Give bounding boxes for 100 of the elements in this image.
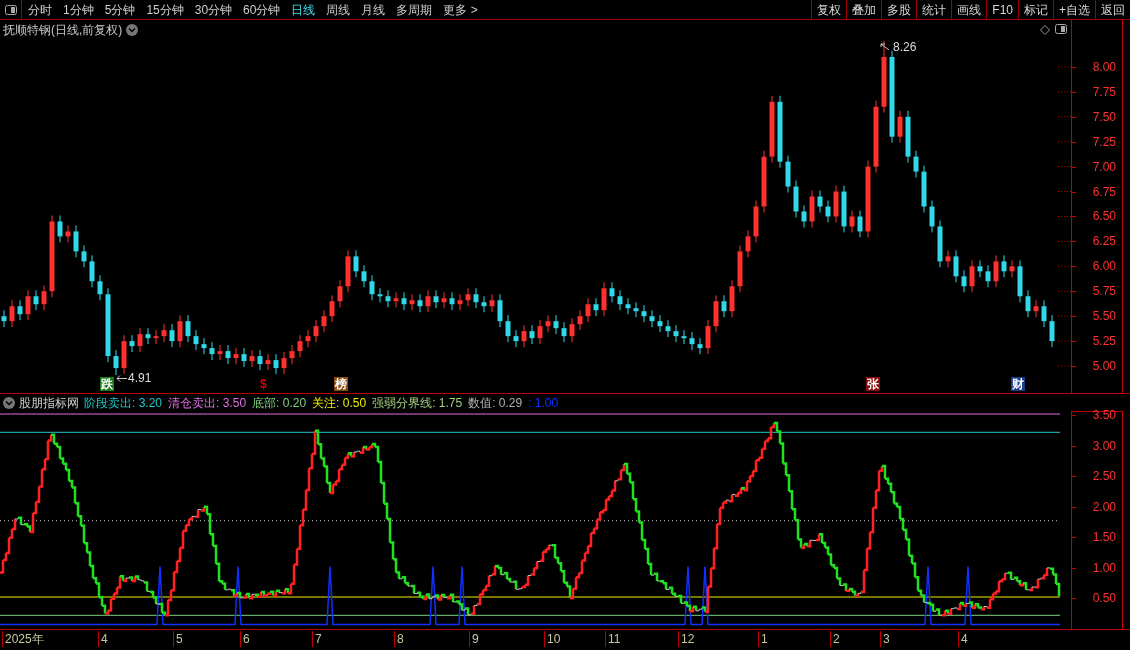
candle	[601, 281, 607, 317]
candle	[617, 289, 623, 311]
candle	[1041, 299, 1047, 328]
candle	[377, 287, 383, 303]
candle	[25, 289, 31, 321]
candle	[185, 314, 191, 343]
candle	[665, 319, 671, 338]
timeframe-tab[interactable]: 60分钟	[243, 0, 281, 19]
candle	[89, 254, 95, 288]
legend-item: 强弱分界线: 1.75	[372, 394, 463, 412]
time-axis-label: 7	[312, 631, 322, 647]
candle	[113, 349, 119, 376]
legend-item: 底部: 0.20	[252, 394, 307, 412]
event-marker: $	[260, 377, 267, 391]
candle	[129, 334, 135, 353]
candle	[489, 293, 495, 313]
candle	[953, 249, 959, 283]
candle	[985, 264, 991, 288]
arrow-icon	[116, 374, 127, 382]
candle	[217, 344, 223, 361]
time-axis-label: 10	[544, 631, 561, 647]
candle	[209, 341, 215, 361]
candle	[321, 309, 327, 333]
candle	[329, 294, 335, 323]
toolbar-button[interactable]: 画线	[951, 0, 987, 20]
candle	[17, 299, 23, 321]
candle	[785, 155, 791, 194]
timeframe-tab[interactable]: 日线	[291, 0, 316, 19]
toolbar-button[interactable]: 返回	[1095, 0, 1130, 20]
candle	[289, 344, 295, 365]
timeframe-tab[interactable]: 更多 >	[443, 0, 478, 19]
candle	[497, 293, 503, 328]
arrow-icon	[880, 43, 890, 51]
timeframe-tab[interactable]: 1分钟	[63, 0, 94, 19]
candle	[1017, 259, 1023, 303]
candle	[673, 324, 679, 343]
candle	[689, 331, 695, 351]
candle	[905, 110, 911, 164]
candle	[945, 249, 951, 268]
candle	[857, 210, 863, 238]
timeframe-tab[interactable]: 30分钟	[194, 0, 233, 19]
high-price-label: 8.26	[893, 39, 917, 56]
axis-label: 7.25	[1092, 135, 1116, 148]
candle	[449, 291, 455, 311]
legend-item: 清仓卖出: 3.50	[168, 394, 247, 412]
candle	[145, 327, 151, 345]
dropdown-icon[interactable]	[126, 24, 139, 36]
timeframe-tab[interactable]: 月线	[361, 0, 386, 19]
legend-item: 关注: 0.50	[312, 394, 367, 412]
toolbar-button[interactable]: 叠加	[846, 0, 882, 20]
timeframe-tab[interactable]: 5分钟	[104, 0, 136, 19]
candle	[753, 200, 759, 243]
event-marker: 榜	[334, 377, 348, 391]
toolbar-button[interactable]: 统计	[916, 0, 952, 20]
timeframe-tab[interactable]: 多周期	[396, 0, 433, 19]
low-price-label: 4.91	[128, 370, 152, 387]
candle	[193, 329, 199, 351]
diamond-icon[interactable]	[1040, 25, 1050, 35]
candle	[385, 289, 391, 308]
axis-label: 6.00	[1092, 260, 1116, 273]
toolbar-button[interactable]: 标记	[1018, 0, 1053, 20]
candle	[625, 297, 631, 315]
candle	[9, 299, 15, 328]
candle	[201, 337, 207, 355]
time-axis-label: 5	[173, 631, 183, 647]
candle	[153, 329, 159, 345]
candle	[1049, 314, 1055, 348]
axis-label: 0.50	[1092, 592, 1116, 604]
candle	[561, 321, 567, 343]
candle	[961, 269, 967, 293]
panel-icon[interactable]	[1055, 24, 1067, 34]
toolbar-button[interactable]: F10	[986, 0, 1018, 20]
candle	[993, 254, 999, 288]
candle	[657, 314, 663, 333]
candle	[409, 293, 415, 311]
candle	[801, 205, 807, 228]
dropdown-icon[interactable]	[3, 396, 15, 409]
time-axis-label: 8	[394, 631, 404, 647]
candle	[345, 249, 351, 293]
candle	[633, 301, 639, 318]
toolbar-button[interactable]: 复权	[811, 0, 847, 20]
candle	[721, 294, 727, 318]
candle	[73, 224, 79, 258]
axis-label: 6.75	[1092, 185, 1116, 198]
toolbar-button[interactable]: 多股	[881, 0, 917, 20]
time-axis-label: 4	[958, 631, 968, 647]
time-axis-label: 3	[880, 631, 890, 647]
candle	[641, 304, 647, 323]
timeframe-tab[interactable]: 15分钟	[146, 0, 184, 19]
timeframe-tab[interactable]: 分时	[28, 0, 52, 19]
candle	[585, 297, 591, 323]
toolbar-button[interactable]: +自选	[1053, 0, 1095, 20]
candle	[913, 150, 919, 179]
candle	[473, 287, 479, 309]
candle	[817, 190, 823, 213]
timeframe-tab[interactable]: 周线	[326, 0, 351, 19]
axis-label: 1.00	[1092, 561, 1116, 574]
legend-item: : 1.00	[528, 394, 559, 412]
candle	[281, 351, 287, 375]
candle	[361, 264, 367, 288]
